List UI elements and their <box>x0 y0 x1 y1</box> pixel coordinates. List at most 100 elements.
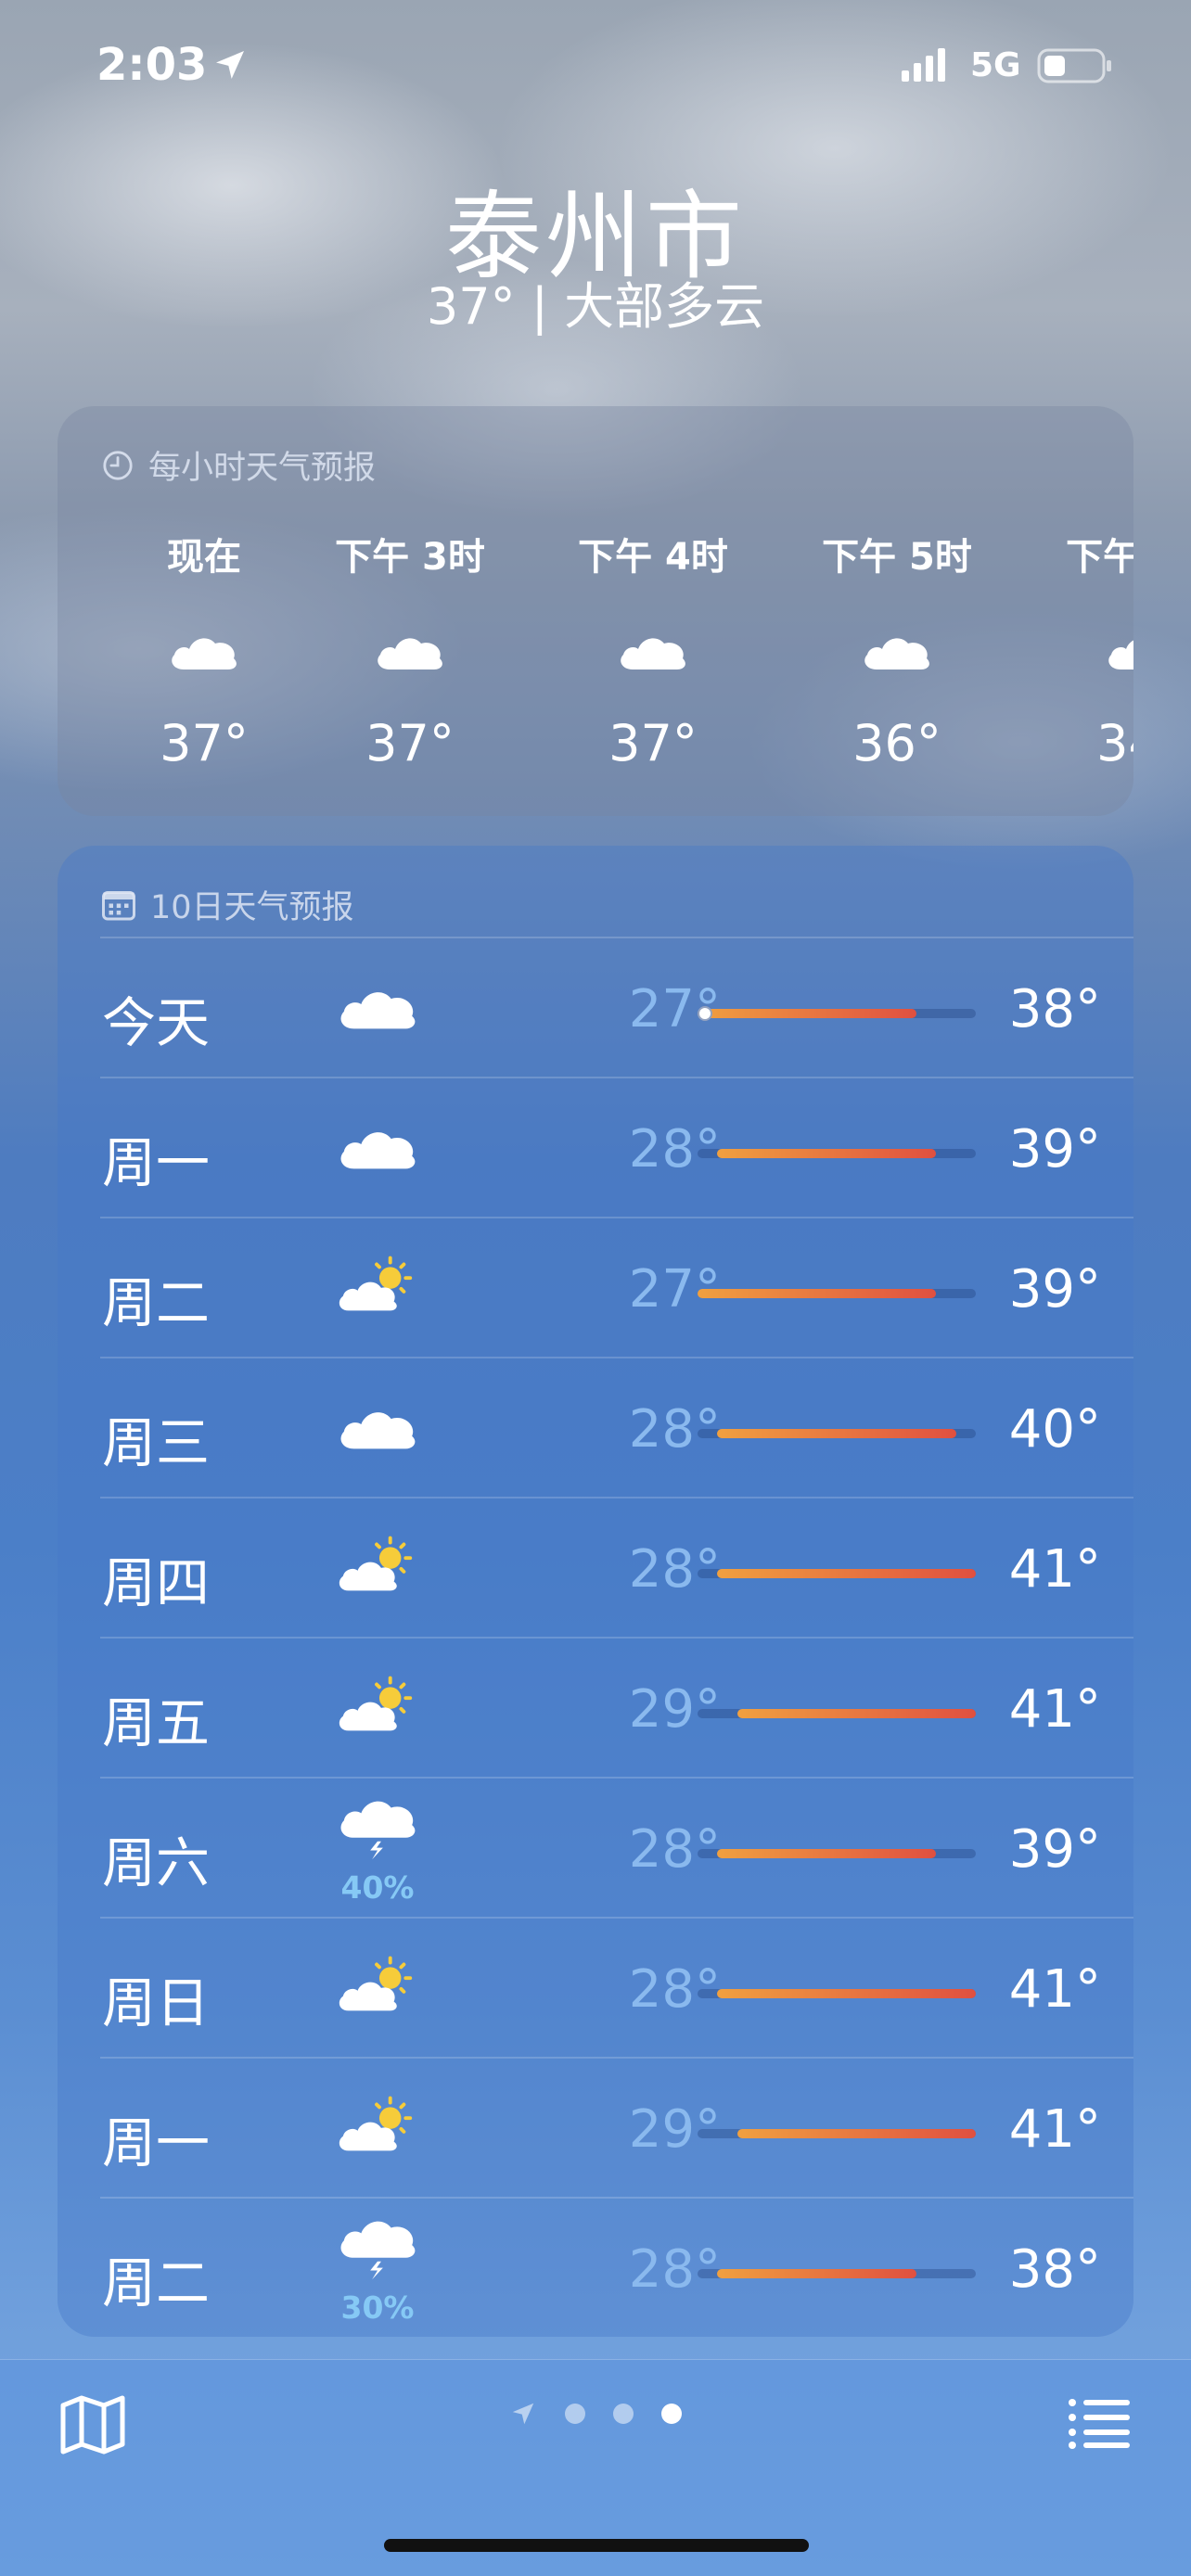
hour-item: 下午 6时 34° <box>1048 527 1133 772</box>
status-bar: 2:03 5G <box>0 0 1191 130</box>
cloud-icon <box>1108 640 1133 670</box>
temp-range-bar <box>698 1429 976 1438</box>
current-summary: 37° | 大部多云 <box>426 277 765 336</box>
calendar-icon <box>102 890 135 920</box>
temp-range-bar <box>698 1006 976 1021</box>
precip-chance: 40% <box>340 1869 415 1906</box>
location-page-arrow-icon <box>512 2403 534 2425</box>
page-dot[interactable] <box>613 2404 634 2424</box>
day-name: 周日 <box>102 1971 211 2034</box>
temp-range-bar <box>698 1289 976 1298</box>
day-row[interactable]: 周一 28° 39° <box>58 1078 1133 1218</box>
hour-label: 下午 5时 <box>822 536 972 579</box>
home-indicator[interactable] <box>384 2539 809 2552</box>
day-row[interactable]: 周四 28° 41° <box>58 1498 1133 1639</box>
temp-range-bar <box>698 1849 976 1858</box>
hourly-card-header: 每小时天气预报 <box>102 441 376 489</box>
thunderstorm-icon <box>340 2221 416 2280</box>
day-row[interactable]: 周三 28° 40° <box>58 1358 1133 1498</box>
high-temp: 41° <box>1008 1679 1101 1740</box>
thunderstorm-icon <box>340 1801 416 1860</box>
partly-sunny-icon <box>339 1956 413 2011</box>
temp-range-fill <box>717 1429 956 1438</box>
temp-range-bar <box>698 1709 976 1718</box>
location-arrow-icon <box>216 51 244 79</box>
temp-range-fill <box>717 1569 976 1578</box>
cloud-icon <box>864 638 929 670</box>
signal-bars-icon <box>902 48 945 82</box>
page-indicator[interactable] <box>0 2400 1191 2428</box>
ten-day-forecast-card[interactable]: 10日天气预报 今天 27° 38° 周一 28° 39° 周二 27° 39° 周三 28° 40°… <box>58 846 1133 2337</box>
temp-range-bar <box>698 2129 976 2138</box>
day-row[interactable]: 周一 29° 41° <box>58 2059 1133 2199</box>
day-row[interactable]: 周二 27° 39° <box>58 1218 1133 1358</box>
cloud-icon <box>340 1132 416 1169</box>
day-name: 周一 <box>102 1131 211 1194</box>
precip-chance: 30% <box>340 2289 415 2326</box>
cloud-icon <box>378 638 442 670</box>
daily-card-title: 10日天气预报 <box>150 889 354 926</box>
clock-icon <box>103 450 133 480</box>
day-name: 周三 <box>102 1411 211 1474</box>
hour-item: 下午 3时 37° <box>317 527 503 772</box>
day-name: 周六 <box>102 1831 211 1894</box>
high-temp: 39° <box>1008 1119 1101 1180</box>
hour-temp: 37° <box>365 714 455 772</box>
day-row[interactable]: 周五 29° 41° <box>58 1639 1133 1779</box>
hour-temp: 36° <box>852 714 941 772</box>
day-name: 周一 <box>102 2111 211 2174</box>
status-time: 2:03 <box>96 39 208 91</box>
hour-item: 现在 37° <box>111 527 297 772</box>
day-name: 周二 <box>102 1271 211 1334</box>
high-temp: 38° <box>1008 2239 1101 2300</box>
temp-range-fill <box>717 1149 937 1158</box>
partly-sunny-icon <box>339 1256 413 1311</box>
hour-temp: 37° <box>160 714 249 772</box>
temp-range-bar <box>698 2269 976 2278</box>
city-list-icon[interactable] <box>1067 2397 1132 2449</box>
day-name: 周二 <box>102 2251 211 2315</box>
hour-label: 下午 6时 <box>1066 536 1133 579</box>
hour-item: 下午 4时 37° <box>560 527 746 772</box>
partly-sunny-icon <box>339 1676 413 1731</box>
temp-range-fill <box>717 2269 916 2278</box>
hour-label: 现在 <box>167 536 241 579</box>
cloud-icon <box>621 638 685 670</box>
hourly-forecast-card[interactable]: 每小时天气预报 现在 37° 下午 3时 37° 下午 4时 37° 下午 5时… <box>58 406 1133 816</box>
hour-item: 下午 5时 36° <box>804 527 990 772</box>
hour-temp: 37° <box>608 714 698 772</box>
partly-sunny-icon <box>339 2096 413 2151</box>
high-temp: 41° <box>1008 2099 1101 2160</box>
high-temp: 38° <box>1008 979 1101 1039</box>
high-temp: 41° <box>1008 1959 1101 2020</box>
day-row[interactable]: 周六 40% 28° 39° <box>58 1779 1133 1919</box>
partly-sunny-icon <box>339 1536 413 1591</box>
daily-card-header: 10日天气预报 <box>102 881 354 928</box>
temp-range-bar <box>698 1989 976 1998</box>
high-temp: 41° <box>1008 1539 1101 1600</box>
day-row[interactable]: 周日 28° 41° <box>58 1919 1133 2059</box>
hourly-list[interactable]: 现在 37° 下午 3时 37° 下午 4时 37° 下午 5时 36° 下午 … <box>58 527 1133 805</box>
day-name: 周五 <box>102 1691 211 1754</box>
temp-range-fill <box>736 2129 976 2138</box>
temp-range-fill <box>736 1709 976 1718</box>
current-temp-marker <box>698 1006 712 1021</box>
temp-range-bar <box>698 1569 976 1578</box>
day-row[interactable]: 周二 30% 28° 38° <box>58 2199 1133 2337</box>
battery-icon <box>1037 48 1111 83</box>
day-row[interactable]: 今天 27° 38° <box>58 938 1133 1078</box>
hour-temp: 34° <box>1096 714 1133 772</box>
temp-range-bar <box>698 1149 976 1158</box>
cloud-icon <box>340 1412 416 1449</box>
day-name: 周四 <box>102 1551 211 1614</box>
cloud-icon <box>340 992 416 1029</box>
page-dot[interactable] <box>565 2404 585 2424</box>
high-temp: 39° <box>1008 1819 1101 1880</box>
high-temp: 40° <box>1008 1399 1101 1460</box>
temp-range-fill <box>717 1989 976 1998</box>
page-dot-active[interactable] <box>661 2404 682 2424</box>
cloud-icon <box>172 638 237 670</box>
day-name: 今天 <box>102 991 211 1054</box>
network-type: 5G <box>970 46 1021 84</box>
temp-range-fill <box>717 1849 937 1858</box>
